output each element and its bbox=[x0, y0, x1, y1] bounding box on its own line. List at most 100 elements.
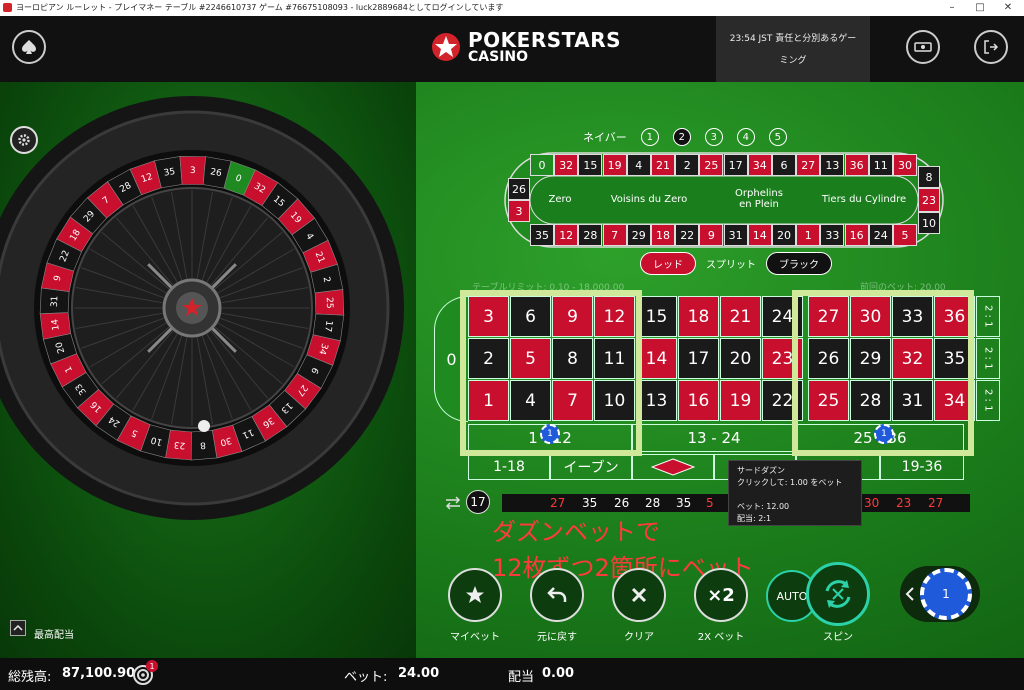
double-bet-button[interactable]: ×2 bbox=[694, 568, 748, 622]
racetrack-cell[interactable]: 10 bbox=[918, 212, 940, 234]
clear-button[interactable] bbox=[612, 568, 666, 622]
number-cell[interactable]: 13 bbox=[636, 380, 677, 421]
racetrack-cell[interactable]: 14 bbox=[747, 224, 772, 246]
racetrack-cell[interactable]: 3 bbox=[508, 200, 530, 222]
bet-chip-third-dozen[interactable]: 1 bbox=[874, 424, 894, 444]
star-logo-icon bbox=[432, 33, 460, 61]
time-text-1: 23:54 JST 責任と分別あるゲー bbox=[729, 34, 857, 44]
exit-button[interactable] bbox=[974, 30, 1008, 64]
neighbor-option-5[interactable]: 5 bbox=[768, 128, 787, 146]
racetrack-cell[interactable]: 21 bbox=[651, 154, 675, 176]
racetrack-orphelins-section[interactable]: Orphelins en Plein bbox=[714, 188, 804, 210]
racetrack-cell[interactable]: 17 bbox=[723, 154, 748, 176]
column-bet-bottom[interactable]: 2 : 1 bbox=[976, 380, 1000, 421]
racetrack-cell[interactable]: 33 bbox=[820, 224, 845, 246]
maximize-button[interactable]: □ bbox=[966, 0, 994, 16]
racetrack-cell[interactable]: 28 bbox=[578, 224, 603, 246]
racetrack-cell[interactable]: 2 bbox=[675, 154, 700, 176]
neighbor-option-3[interactable]: 3 bbox=[704, 128, 723, 146]
number-cell[interactable]: 15 bbox=[636, 296, 677, 337]
racetrack-cell[interactable]: 25 bbox=[699, 154, 724, 176]
time-text-2: ミング bbox=[779, 56, 807, 66]
lobby-button[interactable] bbox=[12, 30, 46, 64]
racetrack-cell[interactable]: 9 bbox=[699, 224, 724, 246]
racetrack-cell[interactable]: 35 bbox=[530, 224, 554, 246]
racetrack-cell[interactable]: 0 bbox=[530, 154, 554, 176]
number-cell[interactable]: 19 bbox=[720, 380, 761, 421]
undo-button[interactable] bbox=[530, 568, 584, 622]
racetrack-voisins-section[interactable]: Voisins du Zero bbox=[594, 194, 704, 205]
racetrack-cell[interactable]: 15 bbox=[578, 154, 603, 176]
split-label: スプリット bbox=[706, 260, 756, 271]
annotation-line1: ダズンベットで bbox=[492, 518, 660, 546]
racetrack-cell[interactable]: 32 bbox=[554, 154, 579, 176]
number-cell[interactable]: 21 bbox=[720, 296, 761, 337]
number-cell[interactable]: 18 bbox=[678, 296, 719, 337]
bet-19-36[interactable]: 19-36 bbox=[880, 454, 964, 480]
racetrack-cell[interactable]: 7 bbox=[602, 224, 627, 246]
my-bet-button[interactable] bbox=[448, 568, 502, 622]
racetrack-cell[interactable]: 16 bbox=[844, 224, 869, 246]
history-number: 5 bbox=[706, 496, 714, 510]
racetrack-cell[interactable]: 18 bbox=[651, 224, 675, 246]
number-cell[interactable]: 20 bbox=[720, 338, 761, 379]
racetrack-cell[interactable]: 24 bbox=[868, 224, 893, 246]
money-icon bbox=[914, 42, 932, 52]
racetrack-cell[interactable]: 5 bbox=[893, 224, 917, 246]
racetrack-cell[interactable]: 19 bbox=[602, 154, 627, 176]
chevron-left-icon[interactable] bbox=[904, 586, 916, 602]
racetrack-cell[interactable]: 1 bbox=[796, 224, 821, 246]
minimize-button[interactable]: – bbox=[938, 0, 966, 16]
racetrack-cell[interactable]: 4 bbox=[626, 154, 651, 176]
racetrack-cell[interactable]: 26 bbox=[508, 178, 530, 200]
racetrack-cell[interactable]: 12 bbox=[554, 224, 579, 246]
racetrack-cell[interactable]: 6 bbox=[772, 154, 796, 176]
racetrack-cell[interactable]: 20 bbox=[772, 224, 796, 246]
racetrack-cell[interactable]: 34 bbox=[747, 154, 772, 176]
number-cell[interactable]: 14 bbox=[636, 338, 677, 379]
racetrack-cell[interactable]: 23 bbox=[918, 188, 940, 212]
black-split-button[interactable]: ブラック bbox=[766, 252, 832, 275]
racetrack-cell[interactable]: 8 bbox=[918, 166, 940, 188]
max-payout-label: 最高配当 bbox=[34, 630, 74, 641]
racetrack-cell[interactable]: 22 bbox=[675, 224, 700, 246]
spin-button[interactable] bbox=[806, 562, 870, 626]
wheel-number: 14 bbox=[50, 318, 61, 331]
racetrack-cell[interactable]: 13 bbox=[820, 154, 845, 176]
racetrack-cell[interactable]: 31 bbox=[723, 224, 748, 246]
neighbor-option-4[interactable]: 4 bbox=[736, 128, 755, 146]
selected-chip[interactable]: 1 bbox=[920, 568, 972, 620]
bet-even[interactable]: イーブン bbox=[550, 454, 632, 480]
racetrack-cell[interactable]: 27 bbox=[796, 154, 821, 176]
racetrack-tiers-section[interactable]: Tiers du Cylindre bbox=[814, 194, 914, 205]
auto-label: AUTO bbox=[776, 589, 808, 603]
bet-1-18[interactable]: 1-18 bbox=[468, 454, 550, 480]
bet-chip-first-dozen[interactable]: 1 bbox=[540, 424, 560, 444]
number-cell[interactable]: 16 bbox=[678, 380, 719, 421]
logo-text-casino: CASINO bbox=[468, 49, 529, 65]
number-cell[interactable]: 17 bbox=[678, 338, 719, 379]
swap-icon[interactable] bbox=[444, 494, 462, 512]
max-payout-toggle[interactable] bbox=[10, 620, 26, 636]
clear-label: クリア bbox=[624, 632, 654, 643]
neighbor-option-1[interactable]: 1 bbox=[640, 128, 659, 146]
bet-red[interactable] bbox=[632, 454, 714, 480]
neighbor-option-2[interactable]: 2 bbox=[672, 128, 691, 146]
wheel-number: 25 bbox=[324, 297, 334, 309]
racetrack-zero-section[interactable]: Zero bbox=[540, 194, 580, 205]
history-number: 26 bbox=[614, 496, 630, 510]
racetrack-cell[interactable]: 36 bbox=[844, 154, 869, 176]
clear-icon bbox=[631, 587, 647, 603]
column-bet-middle[interactable]: 2 : 1 bbox=[976, 338, 1000, 379]
notifications-button[interactable]: 1 bbox=[132, 660, 158, 690]
racetrack-cell[interactable]: 29 bbox=[626, 224, 651, 246]
cashier-button[interactable] bbox=[906, 30, 940, 64]
spin-label: スピン bbox=[823, 632, 853, 643]
red-split-button[interactable]: レッド bbox=[640, 252, 696, 275]
racetrack-cell[interactable]: 30 bbox=[893, 154, 917, 176]
close-window-button[interactable]: ✕ bbox=[994, 0, 1022, 16]
racetrack-cell[interactable]: 11 bbox=[868, 154, 893, 176]
undo-label: 元に戻す bbox=[537, 632, 577, 643]
dozen-bet-second[interactable]: 13 - 24 bbox=[632, 424, 796, 452]
column-bet-top[interactable]: 2 : 1 bbox=[976, 296, 1000, 337]
